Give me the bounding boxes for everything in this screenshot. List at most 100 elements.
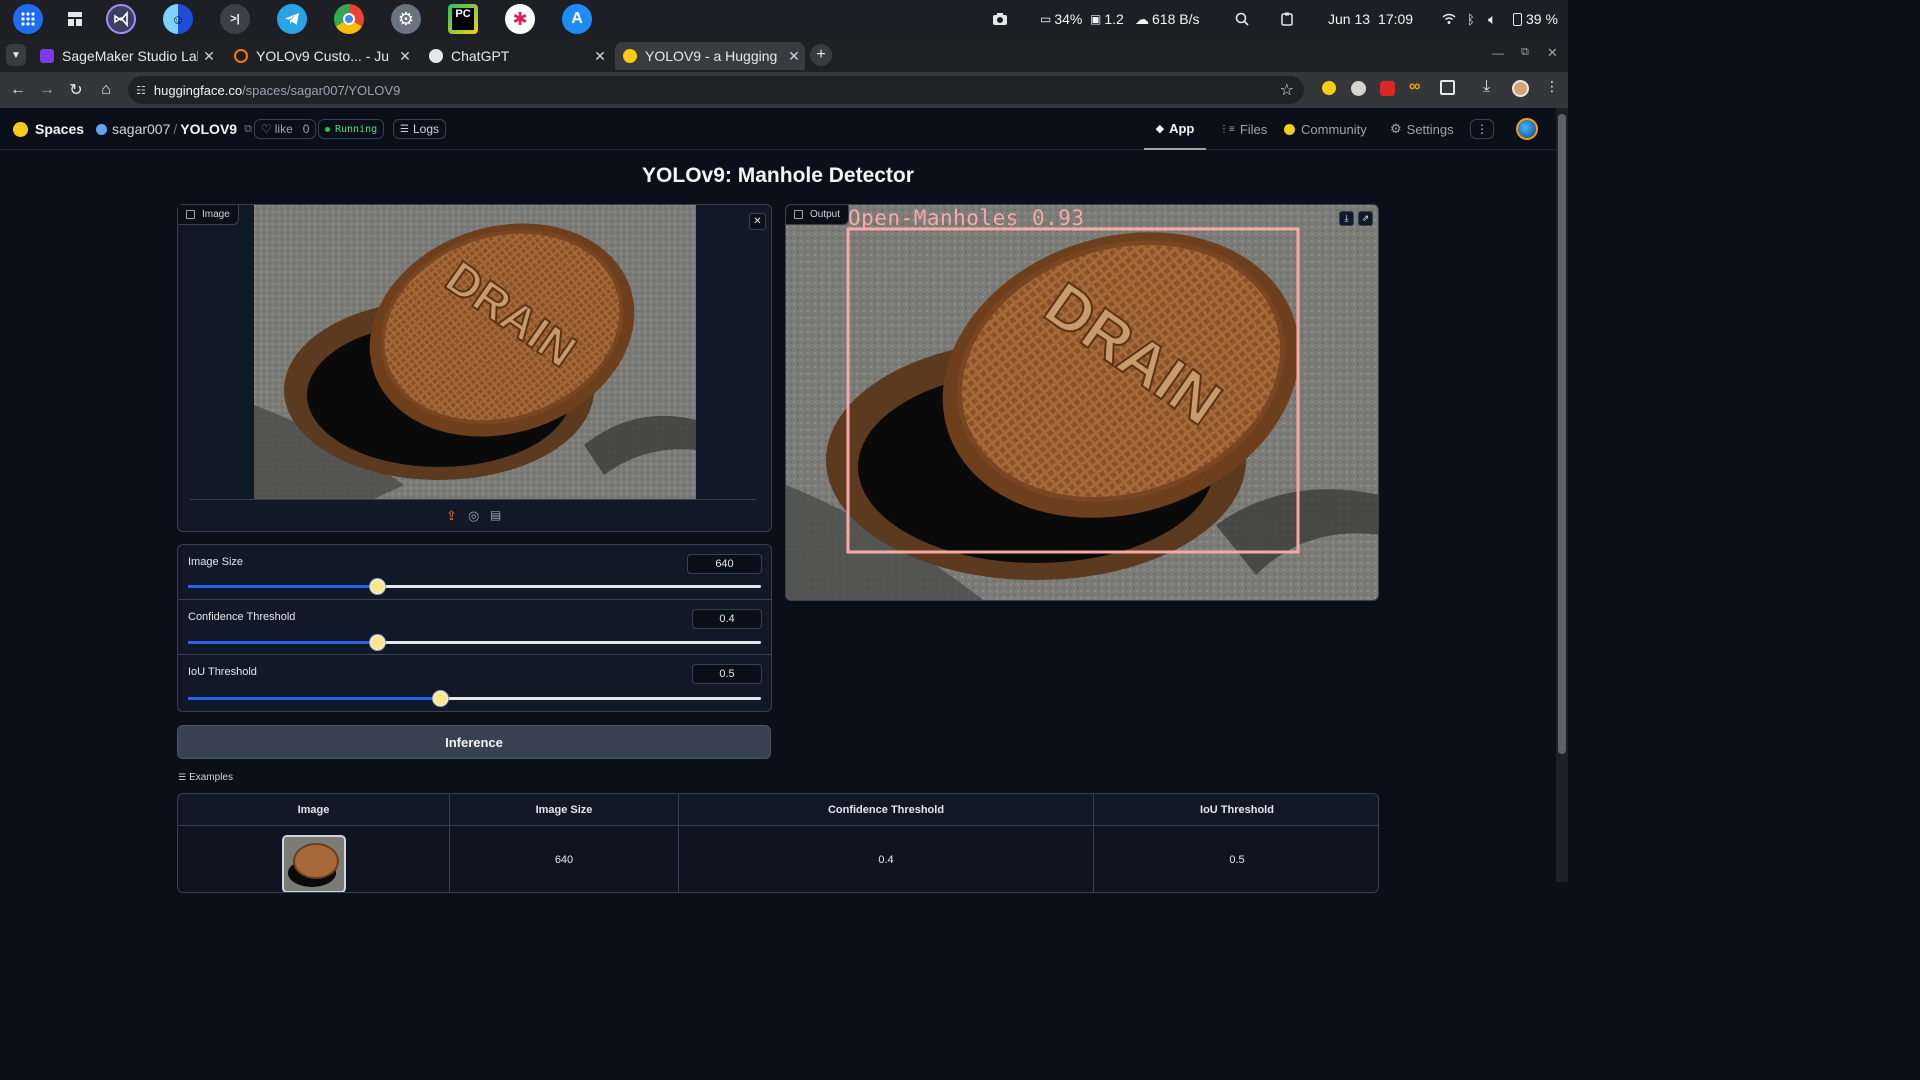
confidence-slider[interactable]: [188, 635, 761, 650]
screenshot-icon[interactable]: [992, 0, 1008, 38]
monitor-icon: ▣: [1090, 12, 1102, 26]
page-title: YOLOv9: Manhole Detector: [642, 164, 914, 187]
back-arrow-icon[interactable]: ←: [6, 78, 30, 102]
finder-icon[interactable]: ☺: [163, 4, 193, 34]
visual-studio-icon[interactable]: [106, 4, 136, 34]
hf-space-header: Spaces sagar007 / YOLOV9 ⧉ ♡ like 0 Runn…: [0, 108, 1556, 150]
spaces-home-link[interactable]: Spaces: [13, 108, 84, 150]
iou-slider[interactable]: [188, 691, 761, 706]
settings-gear-icon[interactable]: ⚙: [391, 4, 421, 34]
app-store-icon[interactable]: A: [562, 4, 592, 34]
slider-thumb[interactable]: [433, 691, 449, 706]
image-size-slider[interactable]: [188, 579, 761, 594]
tab-settings[interactable]: ⚙ Settings: [1390, 108, 1454, 150]
bluetooth-icon[interactable]: ᛒ: [1467, 0, 1475, 38]
logs-pill: ☰ Logs: [393, 119, 446, 139]
examples-header-image-size: Image Size: [450, 794, 679, 826]
user-avatar[interactable]: [1516, 108, 1538, 150]
volume-icon[interactable]: 🔈︎: [1488, 0, 1496, 38]
tab-files[interactable]: ⋮≡ Files: [1219, 108, 1267, 150]
new-tab-button[interactable]: +: [810, 44, 832, 66]
load-stat: ▣ 1.2: [1090, 11, 1124, 27]
page-scrollbar[interactable]: [1556, 108, 1568, 882]
home-icon[interactable]: ⌂: [94, 78, 118, 102]
confidence-input[interactable]: 0.4: [692, 609, 762, 629]
owner-link[interactable]: sagar007: [112, 121, 170, 137]
tab-yolov9-huggingface[interactable]: YOLOV9 - a Hugging ✕: [615, 42, 805, 70]
bookmark-star-icon[interactable]: ☆: [1280, 80, 1294, 100]
jupyter-favicon-icon: [234, 49, 248, 63]
clipboard-paste-icon[interactable]: ▤: [490, 508, 501, 522]
webcam-icon[interactable]: ◎: [468, 508, 479, 524]
examples-header-image: Image: [178, 794, 450, 826]
close-tab-icon[interactable]: ✕: [198, 48, 220, 65]
example-row-image-cell[interactable]: [178, 826, 450, 892]
copy-icon[interactable]: ⧉: [244, 123, 252, 136]
chrome-icon[interactable]: [334, 4, 364, 34]
logs-button[interactable]: ☰ Logs: [393, 108, 446, 150]
close-tab-icon[interactable]: ✕: [394, 48, 416, 65]
pycharm-icon[interactable]: PC: [448, 4, 478, 34]
url-bar[interactable]: ☷ huggingface.co /spaces/sagar007/YOLOV9…: [128, 76, 1304, 104]
plus-icon: +: [816, 46, 826, 63]
parameters-panel: Image Size 640 Confidence Threshold 0.4 …: [177, 544, 772, 712]
repo-link[interactable]: YOLOV9: [180, 121, 237, 137]
telegram-icon[interactable]: [277, 4, 307, 34]
example-row-confidence[interactable]: 0.4: [679, 826, 1094, 892]
tab-yolov9-custom[interactable]: YOLOv9 Custo... - Ju ✕: [226, 42, 416, 70]
example-row-image-size[interactable]: 640: [450, 826, 679, 892]
slider-thumb[interactable]: [370, 579, 386, 594]
terminal-icon[interactable]: >|: [220, 4, 250, 34]
close-tab-icon[interactable]: ✕: [589, 48, 611, 65]
image-input-panel[interactable]: Image ✕ DRAIN ⇪ ◎ ▤: [177, 204, 772, 532]
tab-community[interactable]: Community: [1284, 108, 1367, 150]
like-button[interactable]: ♡ like 0: [254, 108, 317, 150]
tab-list-dropdown[interactable]: ▼: [6, 44, 26, 66]
tab-chatgpt[interactable]: ChatGPT ✕: [421, 42, 611, 70]
download-output-button[interactable]: ⤓: [1339, 211, 1354, 226]
battery-indicator[interactable]: 39 %: [1513, 0, 1558, 38]
forward-arrow-icon[interactable]: →: [35, 78, 59, 102]
close-tab-icon[interactable]: ✕: [783, 48, 805, 65]
clear-image-button[interactable]: ✕: [749, 213, 766, 230]
scrollbar-thumb[interactable]: [1558, 114, 1566, 754]
profile-avatar-icon[interactable]: [1512, 80, 1529, 97]
share-output-button[interactable]: ⇗: [1358, 211, 1373, 226]
slider-thumb[interactable]: [370, 635, 386, 650]
slider-fill: [188, 585, 378, 588]
sagemaker-favicon-icon: [40, 49, 54, 63]
extension-yellow-icon[interactable]: [1322, 81, 1336, 95]
tab-app[interactable]: ◆ App: [1144, 108, 1206, 150]
image-size-input[interactable]: 640: [687, 554, 762, 574]
reload-icon[interactable]: ↻: [64, 78, 88, 102]
iou-input[interactable]: 0.5: [692, 664, 762, 684]
example-thumbnail[interactable]: [281, 835, 346, 892]
inference-button[interactable]: Inference: [177, 725, 771, 759]
app-grid-icon[interactable]: [13, 4, 43, 34]
space-path: sagar007 / YOLOV9 ⧉: [96, 108, 252, 150]
close-window-button[interactable]: ✕: [1547, 45, 1558, 61]
infinity-extension-icon[interactable]: ∞: [1409, 78, 1427, 96]
example-row-iou[interactable]: 0.5: [1094, 826, 1378, 892]
extensions-puzzle-icon[interactable]: [1440, 80, 1455, 95]
slack-icon[interactable]: ✱: [505, 4, 535, 34]
window-layout-icon[interactable]: [60, 4, 90, 34]
restore-window-button[interactable]: ⧉: [1521, 46, 1529, 59]
examples-header-iou: IoU Threshold: [1094, 794, 1378, 826]
tab-sagemaker[interactable]: SageMaker Studio Lab ✕: [32, 42, 220, 70]
site-settings-icon[interactable]: ☷: [136, 84, 146, 97]
clipboard-icon[interactable]: [1281, 0, 1293, 38]
status-dot-icon: [325, 126, 330, 132]
pdf-extension-icon[interactable]: [1380, 81, 1395, 96]
extension-face-icon[interactable]: [1351, 81, 1366, 96]
wifi-icon[interactable]: [1442, 0, 1456, 38]
search-icon[interactable]: [1235, 0, 1249, 38]
browser-menu-icon[interactable]: ⋮: [1545, 78, 1559, 96]
more-options-button[interactable]: ⋮: [1470, 108, 1494, 150]
upload-icon[interactable]: ⇪: [446, 508, 457, 524]
date-time[interactable]: Jun 13 17:09: [1328, 0, 1413, 38]
cloud-download-icon: ☁: [1135, 10, 1149, 27]
list-icon: ☰: [178, 772, 187, 782]
download-icon[interactable]: ⤓: [1483, 78, 1499, 96]
minimize-window-button[interactable]: —: [1492, 46, 1504, 60]
